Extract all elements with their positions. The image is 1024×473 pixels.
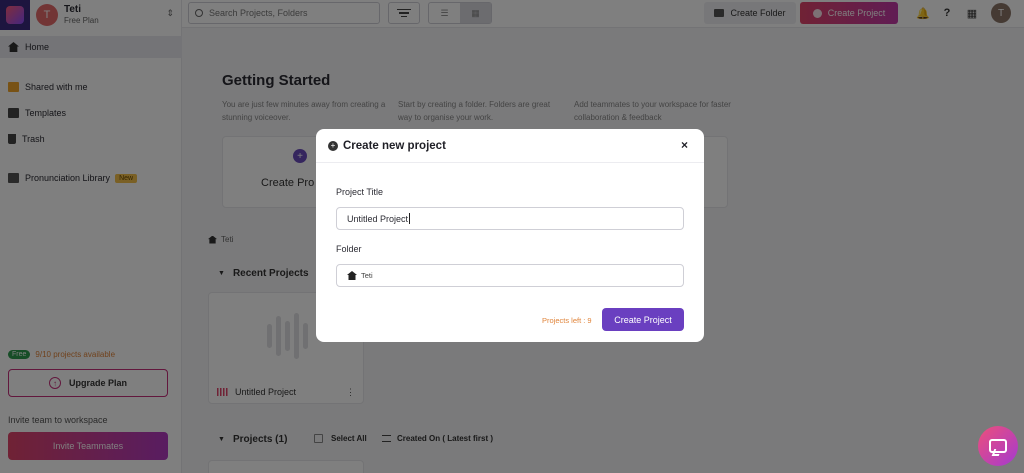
chat-support-button[interactable] xyxy=(978,426,1018,466)
create-button-label: Create Project xyxy=(614,314,672,325)
folder-select[interactable]: Teti xyxy=(336,264,684,287)
chat-icon xyxy=(989,439,1007,453)
text-caret xyxy=(409,213,411,224)
modal-title: Create new project xyxy=(343,139,446,152)
modal-header: + Create new project × xyxy=(316,129,704,163)
create-project-modal: + Create new project × Project Title Unt… xyxy=(316,129,704,342)
folder-label: Folder xyxy=(336,244,362,254)
close-icon[interactable]: × xyxy=(681,138,688,152)
folder-value: Teti xyxy=(361,271,373,280)
projects-left-text: Projects left : 9 xyxy=(542,316,592,325)
project-title-input[interactable]: Untitled Project xyxy=(336,207,684,230)
project-title-value: Untitled Project xyxy=(347,213,409,224)
project-title-label: Project Title xyxy=(336,187,384,197)
plus-circle-icon: + xyxy=(328,140,338,151)
create-project-submit-button[interactable]: Create Project xyxy=(602,308,684,331)
home-icon xyxy=(347,271,357,280)
